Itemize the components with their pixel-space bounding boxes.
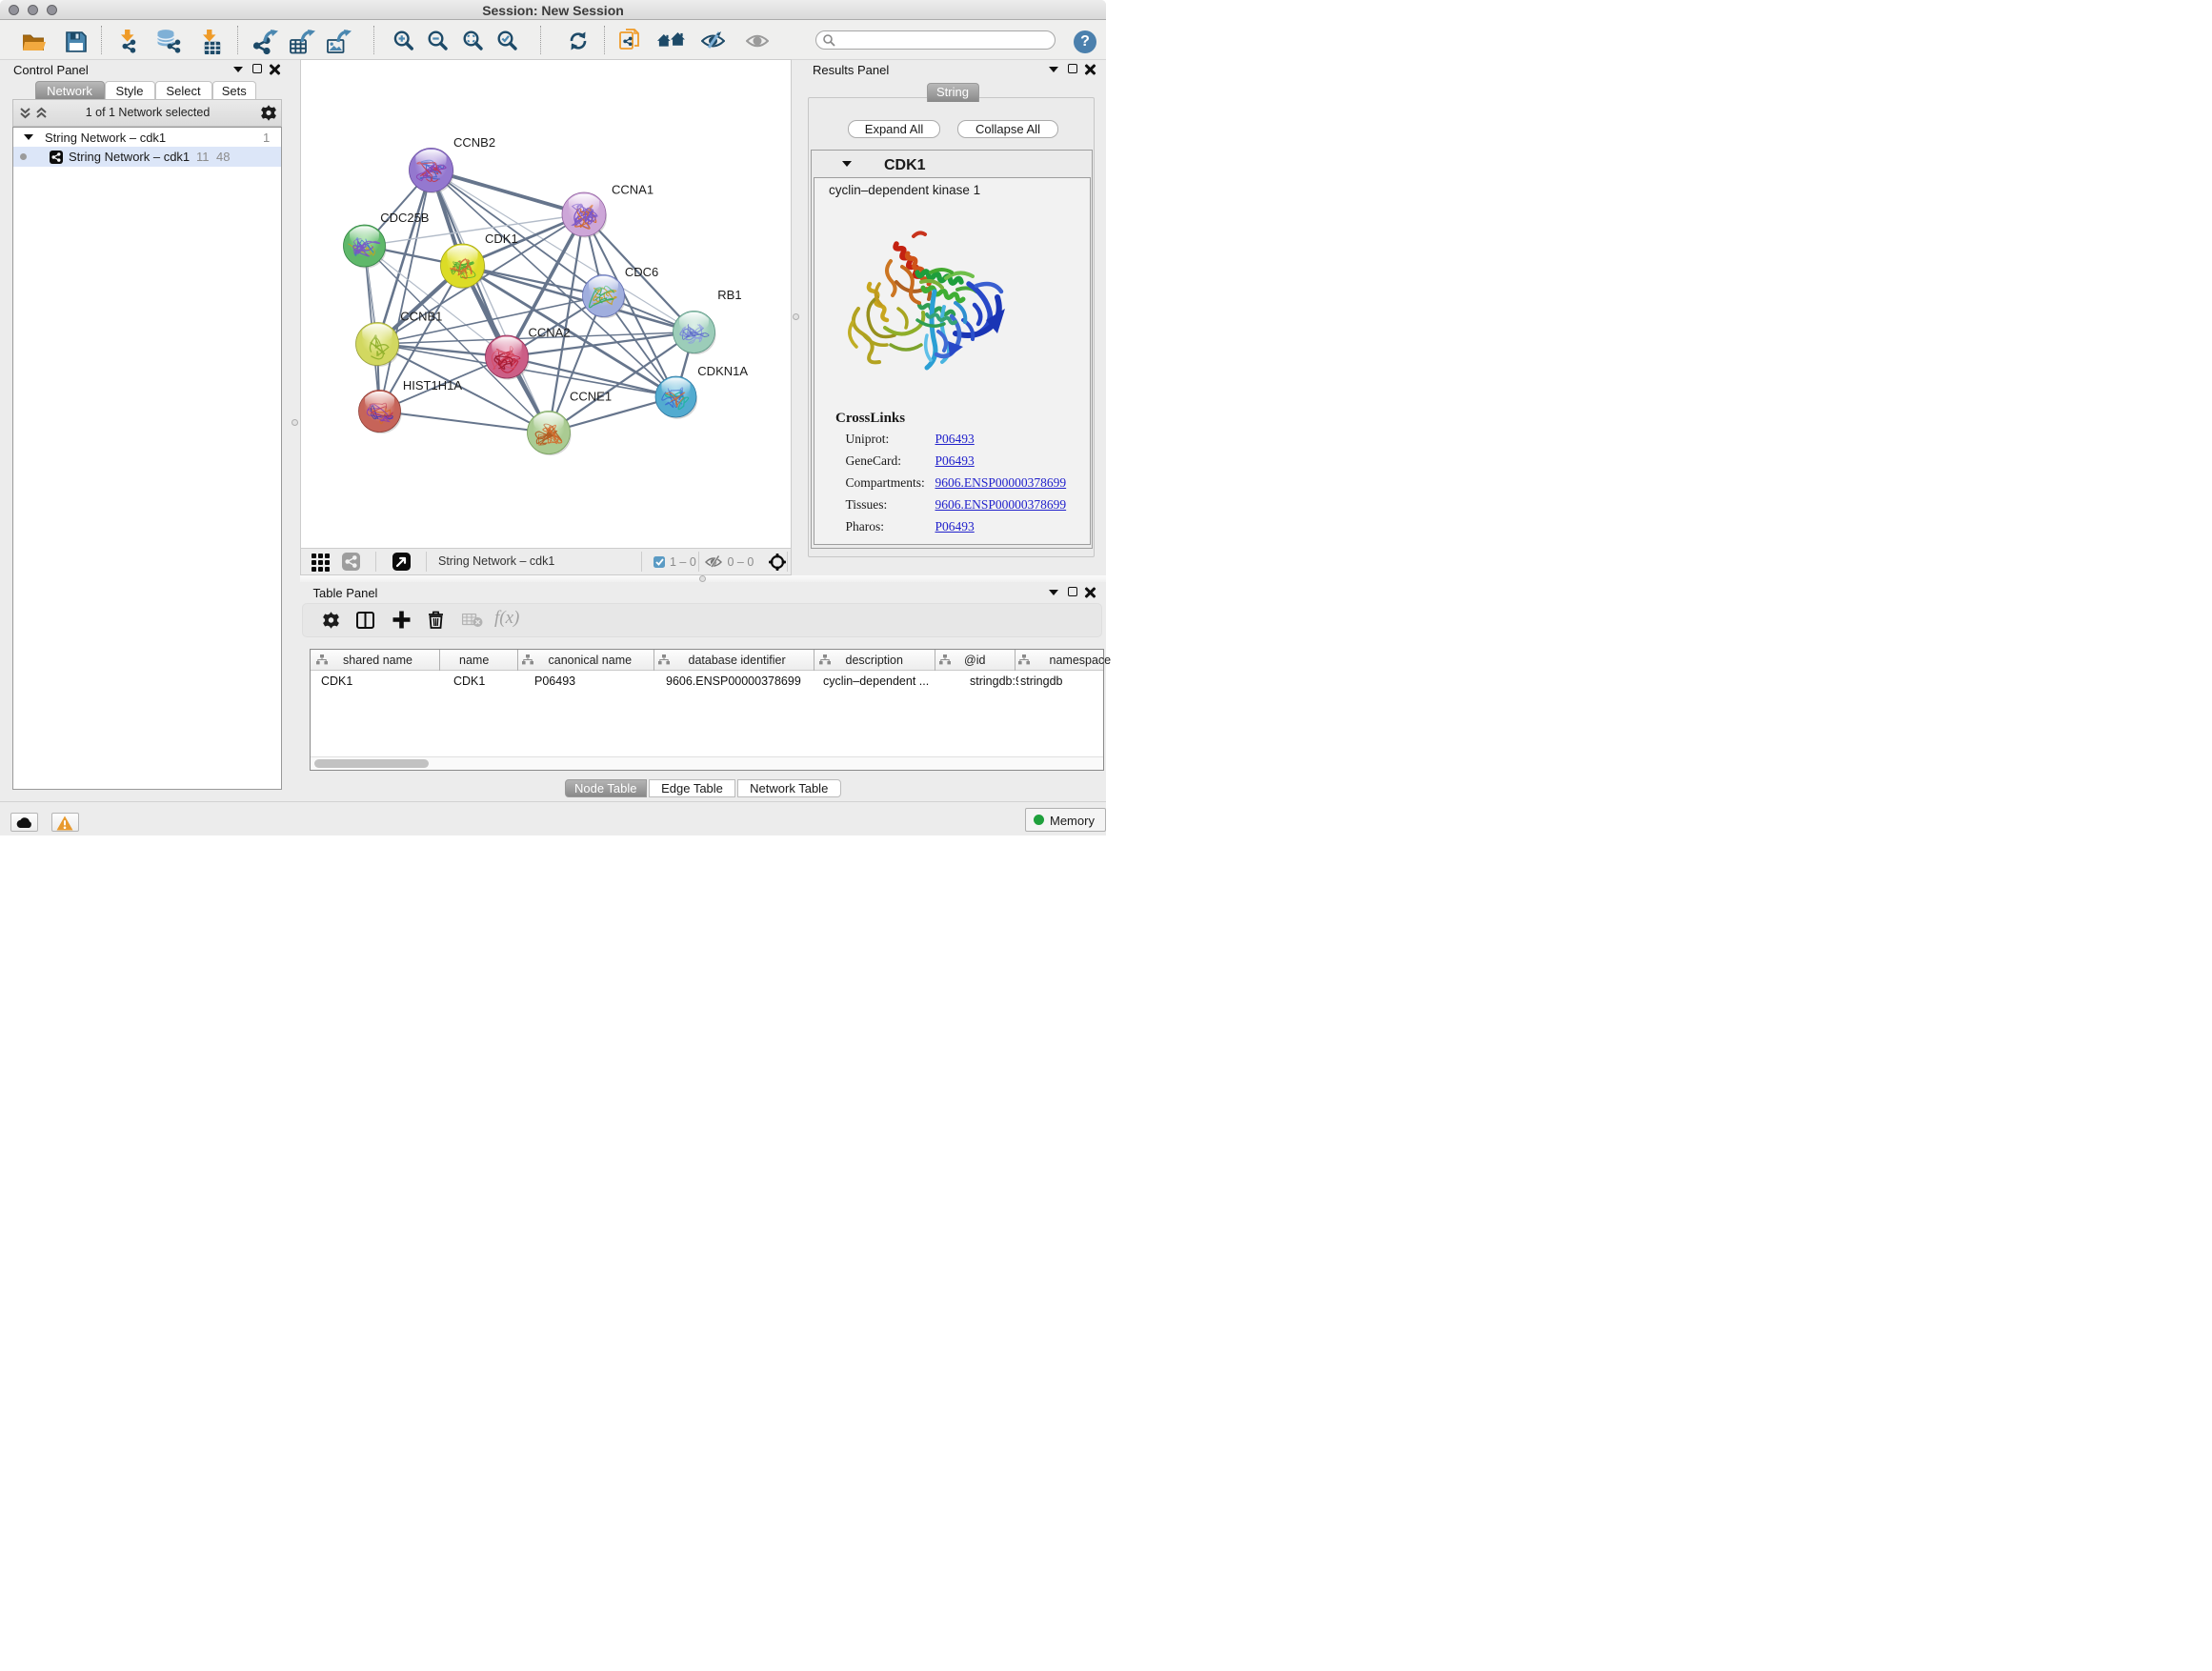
svg-text:CCNA2: CCNA2 — [529, 325, 571, 339]
svg-text:CCNE1: CCNE1 — [570, 389, 612, 403]
svg-text:CDC6: CDC6 — [625, 265, 658, 279]
svg-text:CCNB2: CCNB2 — [453, 135, 495, 150]
svg-text:CDC25B: CDC25B — [380, 211, 429, 225]
svg-text:CCNA1: CCNA1 — [612, 182, 654, 196]
svg-text:CCNB1: CCNB1 — [400, 309, 442, 323]
svg-text:CDKN1A: CDKN1A — [697, 364, 748, 378]
svg-text:RB1: RB1 — [717, 288, 741, 302]
svg-text:CDK1: CDK1 — [485, 232, 518, 246]
svg-text:HIST1H1A: HIST1H1A — [403, 377, 462, 392]
